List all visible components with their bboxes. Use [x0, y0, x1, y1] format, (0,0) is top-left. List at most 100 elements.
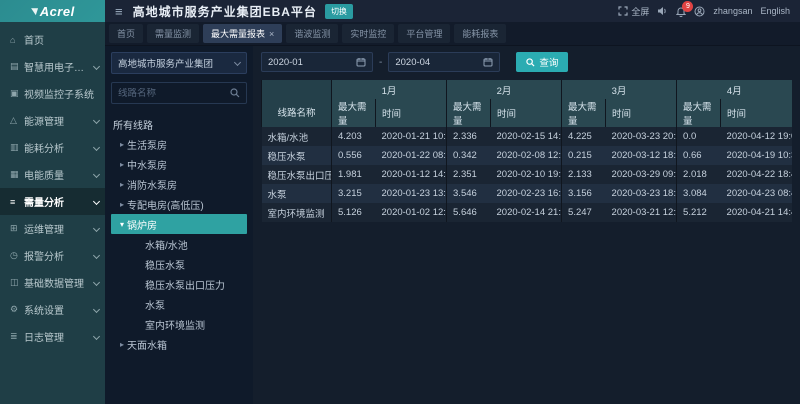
time-cell: 2020-04-21 14:42:00 [721, 203, 792, 222]
tree-item-label: 水箱/水池 [145, 237, 188, 252]
tree-item[interactable]: 所有线路 [111, 114, 247, 134]
tree-item[interactable]: 室内环境监测 [111, 314, 247, 334]
sidebar-item-demand-analysis[interactable]: ≡需量分析 [0, 188, 105, 215]
sidebar-item-base-data[interactable]: ◫基础数据管理 [0, 269, 105, 296]
query-button[interactable]: 查询 [516, 52, 568, 72]
tree-collapse-icon[interactable]: ▸ [117, 340, 127, 349]
tree-item[interactable]: ▸专配电房(高低压) [111, 194, 247, 214]
sidebar-item-label: 系统设置 [24, 302, 91, 317]
column-header-max-demand: 最大需量 [332, 99, 376, 127]
tree-item-label: 锅炉房 [127, 217, 157, 232]
tree-item[interactable]: 稳压水泵出口压力 [111, 274, 247, 294]
column-header-time: 时间 [721, 99, 792, 127]
org-select-dropdown[interactable]: 高地城市服务产业集团 [111, 52, 247, 74]
max-demand-cell: 5.126 [332, 203, 376, 222]
tree-collapse-icon[interactable]: ▸ [117, 160, 127, 169]
chevron-down-icon [93, 198, 100, 205]
sidebar-item-home[interactable]: ⌂首页 [0, 26, 105, 53]
tree-item-label: 中水泵房 [127, 157, 167, 172]
max-demand-cell: 0.0 [677, 127, 721, 146]
tab[interactable]: 平台管理 [398, 24, 450, 43]
query-button-label: 查询 [539, 55, 558, 69]
max-demand-cell: 3.084 [677, 184, 721, 203]
time-cell: 2020-04-12 19:06:00 [721, 127, 792, 146]
chevron-down-icon [93, 225, 100, 232]
time-cell: 2020-02-08 12:11:00 [491, 146, 562, 165]
date-to-picker[interactable]: 2020-04 [388, 52, 500, 72]
sidebar-item-video-monitor[interactable]: ▣视频监控子系统 [0, 80, 105, 107]
tree-item[interactable]: ▸天面水箱 [111, 334, 247, 354]
tree-item[interactable]: ▸消防水泵房 [111, 174, 247, 194]
home-icon: ⌂ [10, 35, 24, 45]
sidebar-item-log-mgmt[interactable]: ≣日志管理 [0, 323, 105, 350]
tree-collapse-icon[interactable]: ▸ [117, 200, 127, 209]
table-row: 水箱/水池4.2032020-01-21 10:36:002.3362020-0… [262, 127, 792, 146]
tree-item[interactable]: ▸中水泵房 [111, 154, 247, 174]
sidebar-item-smart-power[interactable]: ▤智慧用电子系统 [0, 53, 105, 80]
sidebar-item-energy-analysis[interactable]: ▥能耗分析 [0, 134, 105, 161]
user-avatar-button[interactable] [694, 6, 705, 17]
tree-item-label: 生活泵房 [127, 137, 167, 152]
tab[interactable]: 谐波监测 [286, 24, 338, 43]
tree-collapse-icon[interactable]: ▸ [117, 180, 127, 189]
date-to-value: 2020-04 [395, 57, 430, 68]
tree-item[interactable]: ▸生活泵房 [111, 134, 247, 154]
switch-project-button[interactable]: 切换 [325, 4, 353, 19]
sidebar-item-label: 运维管理 [24, 221, 91, 236]
tree-collapse-icon[interactable]: ▸ [117, 140, 127, 149]
page-title: 高地城市服务产业集团EBA平台 [133, 3, 317, 20]
sidebar-item-power-quality[interactable]: ▦电能质量 [0, 161, 105, 188]
max-demand-cell: 3.156 [562, 184, 606, 203]
menu-collapse-icon[interactable]: ≡ [115, 4, 123, 19]
tab[interactable]: 实时监控 [342, 24, 394, 43]
language-switch[interactable]: English [760, 6, 790, 16]
date-from-value: 2020-01 [268, 57, 303, 68]
sidebar-item-alarm-analysis[interactable]: ◷报警分析 [0, 242, 105, 269]
brand-logo-mark-icon: ◥ [28, 6, 39, 17]
tree-item[interactable]: 水箱/水池 [111, 234, 247, 254]
max-demand-cell: 1.981 [332, 165, 376, 184]
sidebar-item-ops-mgmt[interactable]: ⊞运维管理 [0, 215, 105, 242]
sidebar-item-label: 能耗分析 [24, 140, 91, 155]
close-tab-icon[interactable]: × [269, 29, 274, 39]
max-demand-cell: 0.342 [447, 146, 491, 165]
time-cell: 2020-01-23 13:41:00 [376, 184, 447, 203]
tab[interactable]: 能耗报表 [454, 24, 506, 43]
right-region: 首页需量监测最大需量报表×谐波监测实时监控平台管理能耗报表 高地城市服务产业集团… [105, 22, 800, 404]
tree-item-label: 水泵 [145, 297, 165, 312]
column-header-line-name: 线路名称 [262, 80, 332, 127]
column-header-time: 时间 [491, 99, 562, 127]
tree-item[interactable]: 稳压水泵 [111, 254, 247, 274]
line-search-input[interactable] [118, 88, 230, 99]
ops-mgmt-icon: ⊞ [10, 223, 24, 234]
tab[interactable]: 需量监测 [147, 24, 199, 43]
sidebar-item-energy-mgmt[interactable]: △能源管理 [0, 107, 105, 134]
sidebar-item-settings-gear[interactable]: ⚙系统设置 [0, 296, 105, 323]
smart-power-icon: ▤ [10, 61, 24, 72]
column-header-max-demand: 最大需量 [677, 99, 721, 127]
notification-bell-button[interactable]: 9 [676, 6, 686, 17]
time-cell: 2020-03-23 20:23:00 [606, 127, 677, 146]
tab[interactable]: 首页 [109, 24, 143, 43]
sidebar-item-label: 能源管理 [24, 113, 91, 128]
column-header-time: 时间 [606, 99, 677, 127]
max-demand-cell: 5.247 [562, 203, 606, 222]
tree-item[interactable]: 水泵 [111, 294, 247, 314]
table-row: 稳压水泵0.5562020-01-22 08:43:000.3422020-02… [262, 146, 792, 165]
sidebar-item-label: 需量分析 [24, 194, 91, 209]
chevron-down-icon [234, 58, 241, 65]
month-group-header: 4月 [677, 80, 792, 99]
max-demand-cell: 0.215 [562, 146, 606, 165]
tree-item-label: 专配电房(高低压) [127, 197, 204, 212]
log-mgmt-icon: ≣ [10, 331, 24, 342]
username[interactable]: zhangsan [713, 6, 752, 16]
volume-button[interactable] [657, 6, 668, 16]
line-name-cell: 稳压水泵出口压力 [262, 165, 332, 184]
fullscreen-button[interactable]: 全屏 [618, 5, 649, 18]
date-from-picker[interactable]: 2020-01 [261, 52, 373, 72]
energy-analysis-icon: ▥ [10, 142, 24, 153]
tab[interactable]: 最大需量报表× [203, 24, 282, 43]
tree-item[interactable]: ▾锅炉房 [111, 214, 247, 234]
fullscreen-label: 全屏 [631, 5, 649, 18]
tree-expand-icon[interactable]: ▾ [117, 220, 127, 229]
